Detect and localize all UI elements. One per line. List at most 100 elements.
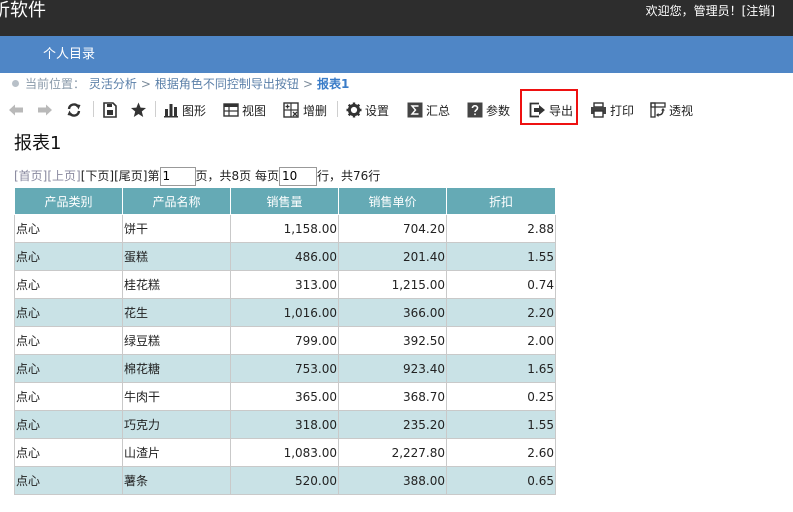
- column-header[interactable]: 产品类别: [14, 187, 123, 215]
- table-cell: 753.00: [230, 354, 339, 383]
- table-cell: 799.00: [230, 326, 339, 355]
- page-size-input[interactable]: [278, 166, 317, 186]
- breadcrumb-separator: >: [302, 77, 313, 91]
- breadcrumb-item-role-export-control[interactable]: 根据角色不同控制导出按钮: [155, 77, 299, 91]
- table-cell: 花生: [122, 298, 231, 327]
- top-header: 析软件 欢迎您，管理员！[注销]: [0, 0, 793, 36]
- settings-button[interactable]: 设置: [346, 98, 389, 122]
- breadcrumb: 当前位置： 灵活分析 > 根据角色不同控制导出按钮 > 报表1: [12, 76, 349, 92]
- add-delete-label: 增删: [303, 103, 328, 118]
- table-cell: 366.00: [338, 298, 447, 327]
- save-icon: [103, 102, 117, 118]
- table-row: 点心 饼干 1,158.00 704.20 2.88: [14, 214, 556, 243]
- table-row: 点心 山渣片 1,083.00 2,227.80 2.60: [14, 438, 556, 467]
- breadcrumb-item-flexible-analysis[interactable]: 灵活分析: [89, 77, 137, 91]
- table-row: 点心 巧克力 318.00 235.20 1.55: [14, 410, 556, 439]
- last-page-link[interactable]: [尾页]: [114, 166, 147, 186]
- prev-page-link[interactable]: [上页]: [47, 166, 80, 186]
- welcome-prefix: 欢迎您，管理员！[: [645, 4, 747, 18]
- export-highlight-box: [520, 89, 578, 125]
- welcome-suffix: ]: [770, 4, 775, 18]
- table-cell: 山渣片: [122, 438, 231, 467]
- summary-button[interactable]: 汇总: [407, 98, 450, 122]
- app-title: 析软件: [0, 0, 46, 21]
- table-cell: 牛肉干: [122, 382, 231, 411]
- parameters-label: 参数: [486, 103, 511, 118]
- pagination: [首页][上页][下页][尾页]第 页，共8页 每页 行，共76行: [14, 166, 380, 186]
- column-header[interactable]: 销售量: [230, 187, 339, 215]
- table-cell: 点心: [14, 270, 123, 299]
- table-cell: 点心: [14, 382, 123, 411]
- table-cell: 486.00: [230, 242, 339, 271]
- column-header[interactable]: 销售单价: [338, 187, 447, 215]
- table-cell: 棉花糖: [122, 354, 231, 383]
- table-row: 点心 蛋糕 486.00 201.40 1.55: [14, 242, 556, 271]
- breadcrumb-separator: >: [140, 77, 151, 91]
- first-page-link[interactable]: [首页]: [14, 166, 47, 186]
- welcome-text: 欢迎您，管理员！[注销]: [646, 3, 775, 19]
- question-icon: [467, 102, 483, 118]
- table-cell: 0.65: [446, 466, 556, 495]
- arrow-right-icon: [38, 104, 52, 116]
- back-button[interactable]: [8, 98, 24, 122]
- refresh-button[interactable]: [66, 98, 82, 122]
- print-button[interactable]: 打印: [590, 98, 634, 122]
- report-title: 报表1: [14, 133, 62, 154]
- table-cell: 2.88: [446, 214, 556, 243]
- table-view-icon: [223, 103, 239, 117]
- table-cell: 饼干: [122, 214, 231, 243]
- favorite-button[interactable]: [130, 98, 147, 122]
- table-cell: 1,016.00: [230, 298, 339, 327]
- printer-icon: [591, 102, 606, 118]
- table-cell: 1,215.00: [338, 270, 447, 299]
- table-cell: 蛋糕: [122, 242, 231, 271]
- chart-button[interactable]: 图形: [163, 98, 206, 122]
- breadcrumb-item-current: 报表1: [317, 77, 350, 91]
- table-cell: 点心: [14, 354, 123, 383]
- logout-link[interactable]: 注销: [746, 4, 770, 18]
- table-cell: 2,227.80: [338, 438, 447, 467]
- table-cell: 点心: [14, 298, 123, 327]
- table-cell: 点心: [14, 466, 123, 495]
- add-delete-button[interactable]: 增删: [283, 98, 327, 122]
- pivot-label: 透视: [669, 103, 694, 118]
- nav-item-personal-directory[interactable]: 个人目录: [43, 46, 95, 63]
- toolbar: 图形 视图 增删 设置 汇总 参数 导出 打印 透视: [0, 98, 793, 122]
- column-header[interactable]: 折扣: [446, 187, 556, 215]
- table-cell: 2.00: [446, 326, 556, 355]
- page-number-input[interactable]: [159, 166, 196, 186]
- location-dot-icon: [12, 80, 19, 87]
- chart-label: 图形: [182, 103, 207, 118]
- sigma-icon: [407, 102, 423, 118]
- table-cell: 点心: [14, 242, 123, 271]
- toolbar-separator: [337, 101, 338, 117]
- parameters-button[interactable]: 参数: [467, 98, 510, 122]
- table-cell: 0.74: [446, 270, 556, 299]
- table-cell: 绿豆糕: [122, 326, 231, 355]
- table-cell: 392.50: [338, 326, 447, 355]
- refresh-icon: [67, 103, 81, 117]
- forward-button[interactable]: [37, 98, 53, 122]
- table-row: 点心 花生 1,016.00 366.00 2.20: [14, 298, 556, 327]
- table-cell: 1.55: [446, 242, 556, 271]
- table-cell: 318.00: [230, 410, 339, 439]
- table-cell: 0.25: [446, 382, 556, 411]
- pivot-button[interactable]: 透视: [650, 98, 693, 122]
- view-button[interactable]: 视图: [223, 98, 266, 122]
- save-button[interactable]: [102, 98, 118, 122]
- table-cell: 1.55: [446, 410, 556, 439]
- gear-icon: [346, 102, 362, 118]
- table-cell: 2.20: [446, 298, 556, 327]
- page-count-label: 页，共8页 每页: [195, 169, 279, 183]
- toolbar-separator: [93, 101, 94, 117]
- page-prefix-label: 第: [147, 169, 160, 183]
- table-cell: 313.00: [230, 270, 339, 299]
- summary-label: 汇总: [426, 103, 451, 118]
- column-header[interactable]: 产品名称: [122, 187, 231, 215]
- table-row: 点心 绿豆糕 799.00 392.50 2.00: [14, 326, 556, 355]
- table-cell: 923.40: [338, 354, 447, 383]
- table-cell: 368.70: [338, 382, 447, 411]
- next-page-link[interactable]: [下页]: [81, 166, 114, 186]
- row-count-label: 行，共76行: [316, 169, 381, 183]
- bar-chart-icon: [164, 104, 178, 118]
